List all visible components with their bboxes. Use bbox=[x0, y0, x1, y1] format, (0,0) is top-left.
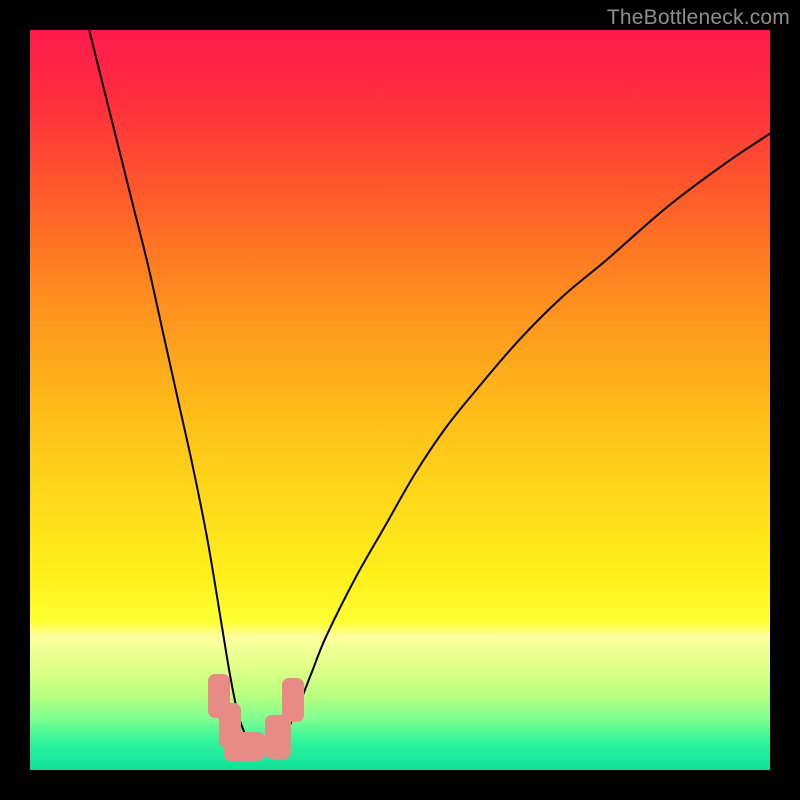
curve-marker bbox=[282, 678, 304, 722]
curve-marker bbox=[224, 732, 265, 762]
watermark-text: TheBottleneck.com bbox=[607, 6, 790, 30]
plot-area bbox=[30, 30, 770, 770]
chart-frame: TheBottleneck.com bbox=[0, 0, 800, 800]
background-gradient bbox=[30, 30, 770, 770]
